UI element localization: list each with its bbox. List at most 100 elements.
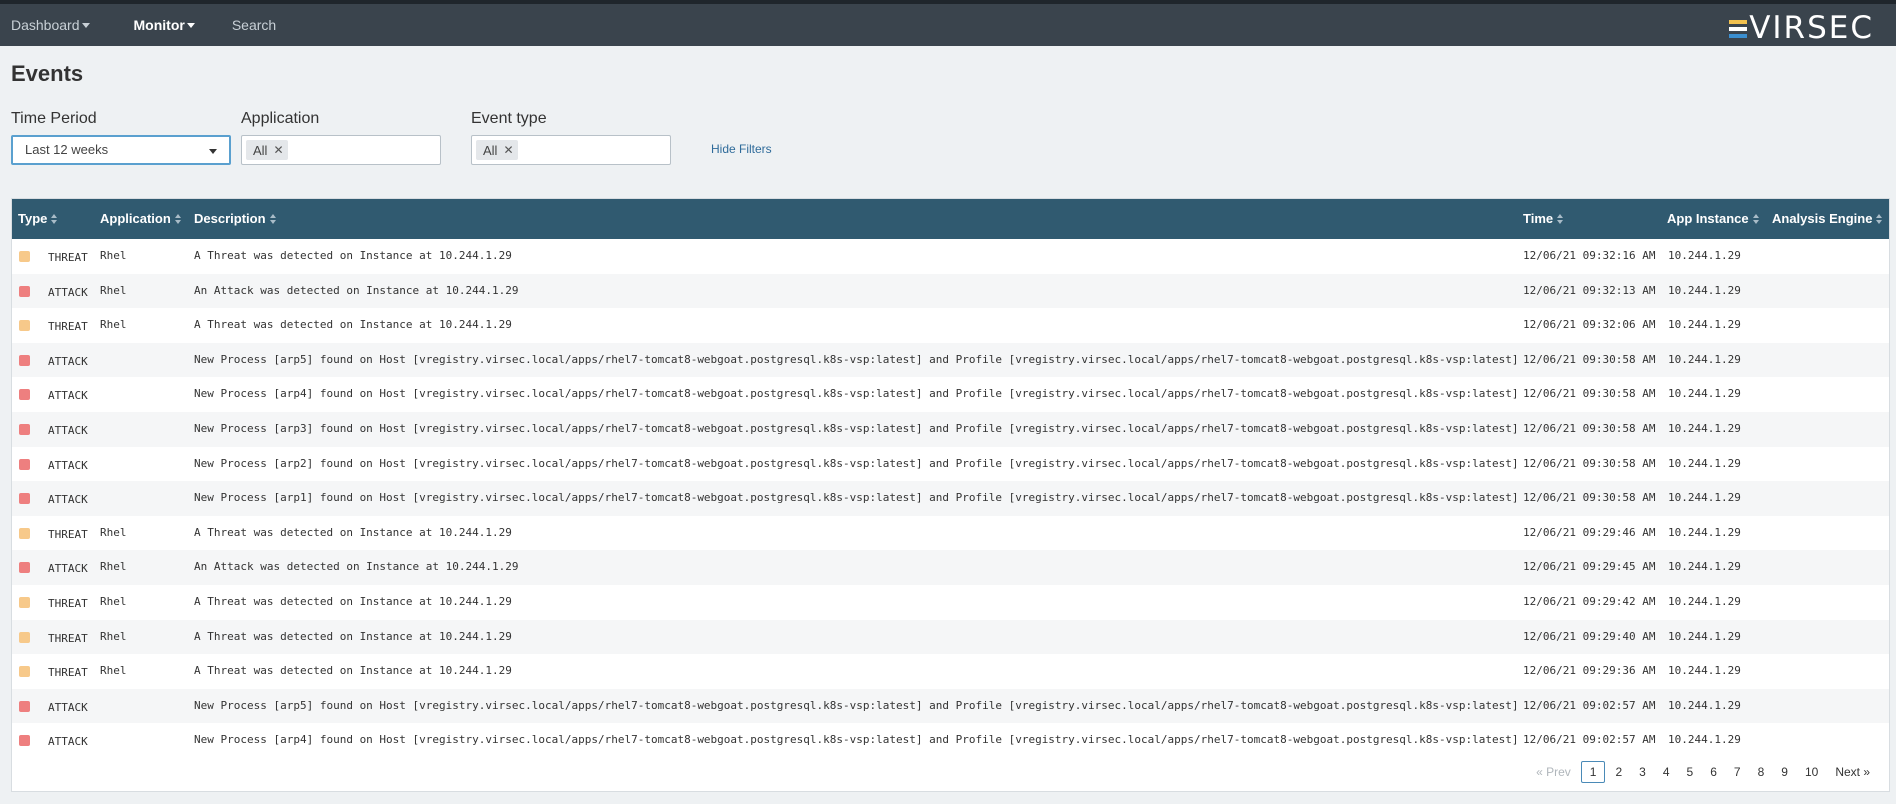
table-row[interactable]: THREAT Rhel A Threat was detected on Insta…	[12, 239, 1889, 274]
page-button[interactable]: 9	[1774, 761, 1795, 783]
event-type-multiselect[interactable]: All ✕	[471, 135, 671, 165]
table-row[interactable]: ATTACK New Process [arp2] found on Host […	[12, 447, 1889, 482]
cell-app-instance: 10.244.1.29	[1668, 456, 1741, 470]
threat-indicator-icon	[19, 631, 30, 643]
cell-description: An Attack was detected on Instance at 10…	[194, 283, 519, 297]
table-row[interactable]: THREAT Rhel A Threat was detected on Insta…	[12, 619, 1889, 655]
close-icon[interactable]: ✕	[273, 143, 283, 157]
nav-search-label: Search	[231, 17, 277, 33]
sort-icon	[51, 213, 58, 224]
cell-app-instance: 10.244.1.29	[1668, 491, 1741, 505]
table-row[interactable]: ATTACK New Process [arp1] found on Host […	[12, 481, 1889, 516]
table-row[interactable]: ATTACK New Process [arp3] found on Host […	[12, 411, 1889, 447]
page-button[interactable]: 10	[1798, 761, 1825, 783]
cell-app-instance: 10.244.1.29	[1668, 352, 1741, 366]
column-header-label: Analysis Engine	[1772, 211, 1873, 226]
cell-application: Rhel	[100, 525, 127, 539]
column-header-time[interactable]: Time	[1523, 199, 1564, 239]
logo-stripe	[1729, 20, 1748, 24]
cell-description: A Threat was detected on Instance at 10.…	[194, 594, 512, 608]
page-button[interactable]: 6	[1703, 761, 1724, 783]
sort-icon	[1876, 213, 1883, 224]
cell-type: THREAT	[48, 631, 88, 645]
cell-app-instance: 10.244.1.29	[1668, 698, 1741, 712]
table-row[interactable]: ATTACK New Process [arp4] found on Host […	[12, 723, 1889, 758]
page-button[interactable]: 3	[1632, 761, 1653, 783]
cell-time: 12/06/21 09:30:58 AM	[1523, 352, 1656, 366]
page-button[interactable]: 4	[1656, 761, 1677, 783]
chevron-down-icon	[209, 149, 217, 154]
cell-application: Rhel	[100, 594, 127, 608]
nav-dashboard[interactable]: Dashboard	[0, 4, 101, 46]
column-header-application[interactable]: Application	[100, 199, 181, 239]
sort-icon	[1557, 213, 1564, 224]
page-button[interactable]: 7	[1727, 761, 1748, 783]
cell-description: A Threat was detected on Instance at 10.…	[194, 249, 512, 262]
cell-description: A Threat was detected on Instance at 10.…	[194, 525, 512, 539]
cell-time: 12/06/21 09:29:46 AM	[1523, 525, 1656, 539]
table-row[interactable]: ATTACK New Process [arp5] found on Host […	[12, 342, 1889, 378]
sort-icon	[269, 213, 276, 224]
page-button[interactable]: 1	[1580, 761, 1606, 783]
column-header-label: Application	[100, 211, 171, 226]
cell-type: ATTACK	[48, 285, 88, 299]
cell-type: ATTACK	[48, 700, 88, 714]
chevron-down-icon	[186, 23, 195, 28]
cell-description: New Process [arp2] found on Host [vregis…	[194, 456, 1519, 470]
cell-time: 12/06/21 09:29:40 AM	[1523, 629, 1656, 643]
cell-application: Rhel	[100, 560, 127, 574]
page-button[interactable]: 8	[1751, 761, 1772, 783]
table-row[interactable]: ATTACK Rhel An Attack was detected on Inst…	[12, 273, 1889, 309]
column-header-app-instance[interactable]: App Instance	[1667, 199, 1759, 239]
cell-application: Rhel	[100, 249, 127, 262]
threat-indicator-icon	[19, 596, 30, 608]
cell-type: ATTACK	[48, 458, 88, 472]
table-body: THREAT Rhel A Threat was detected on Insta…	[12, 239, 1889, 758]
table-row[interactable]: ATTACK Rhel An Attack was detected on Inst…	[12, 550, 1889, 585]
table-row[interactable]: THREAT Rhel A Threat was detected on Insta…	[12, 585, 1889, 620]
cell-time: 12/06/21 09:30:58 AM	[1523, 456, 1656, 470]
page-title: Events	[11, 61, 84, 86]
page-button[interactable]: 2	[1608, 761, 1629, 783]
column-header-description[interactable]: Description	[194, 199, 276, 239]
attack-indicator-icon	[19, 285, 30, 297]
cell-time: 12/06/21 09:02:57 AM	[1523, 733, 1656, 747]
nav-search[interactable]: Search	[221, 4, 287, 46]
event-type-tag-label: All	[483, 142, 498, 158]
cell-description: A Threat was detected on Instance at 10.…	[194, 664, 512, 678]
threat-indicator-icon	[19, 251, 30, 262]
threat-indicator-icon	[19, 666, 30, 678]
cell-description: New Process [arp4] found on Host [vregis…	[194, 387, 1519, 401]
threat-indicator-icon	[19, 527, 30, 539]
column-header-type[interactable]: Type	[18, 199, 58, 239]
page-button[interactable]: 5	[1680, 761, 1701, 783]
cell-description: New Process [arp3] found on Host [vregis…	[194, 421, 1519, 435]
cell-time: 12/06/21 09:32:13 AM	[1523, 283, 1656, 297]
logo-stripe	[1729, 27, 1748, 31]
cell-application: Rhel	[100, 283, 127, 297]
cell-app-instance: 10.244.1.29	[1668, 594, 1741, 608]
close-icon[interactable]: ✕	[503, 143, 513, 157]
attack-indicator-icon	[19, 389, 30, 401]
table-row[interactable]: THREAT Rhel A Threat was detected on Insta…	[12, 308, 1889, 343]
cell-app-instance: 10.244.1.29	[1668, 249, 1741, 262]
next-page-button[interactable]: Next »	[1828, 761, 1877, 783]
sort-icon	[1752, 213, 1759, 224]
time-period-select[interactable]: Last 12 weeks	[11, 135, 231, 165]
cell-description: New Process [arp5] found on Host [vregis…	[194, 352, 1519, 366]
cell-type: ATTACK	[48, 735, 88, 749]
event-type-label: Event type	[471, 110, 547, 127]
table-row[interactable]: THREAT Rhel A Threat was detected on Insta…	[12, 654, 1889, 689]
cell-description: A Threat was detected on Instance at 10.…	[194, 318, 512, 332]
column-header-label: Time	[1523, 211, 1554, 226]
nav-monitor[interactable]: Monitor	[123, 4, 206, 46]
hide-filters-link[interactable]: Hide Filters	[711, 142, 772, 156]
column-header-analysis-engine[interactable]: Analysis Engine	[1772, 199, 1883, 239]
table-row[interactable]: ATTACK New Process [arp5] found on Host […	[12, 688, 1889, 724]
cell-description: New Process [arp4] found on Host [vregis…	[194, 733, 1519, 747]
application-multiselect[interactable]: All ✕	[241, 135, 441, 165]
table-row[interactable]: ATTACK New Process [arp4] found on Host […	[12, 377, 1889, 412]
table-row[interactable]: THREAT Rhel A Threat was detected on Insta…	[12, 516, 1889, 551]
time-period-label: Time Period	[11, 110, 97, 127]
cell-time: 12/06/21 09:32:16 AM	[1523, 249, 1656, 262]
